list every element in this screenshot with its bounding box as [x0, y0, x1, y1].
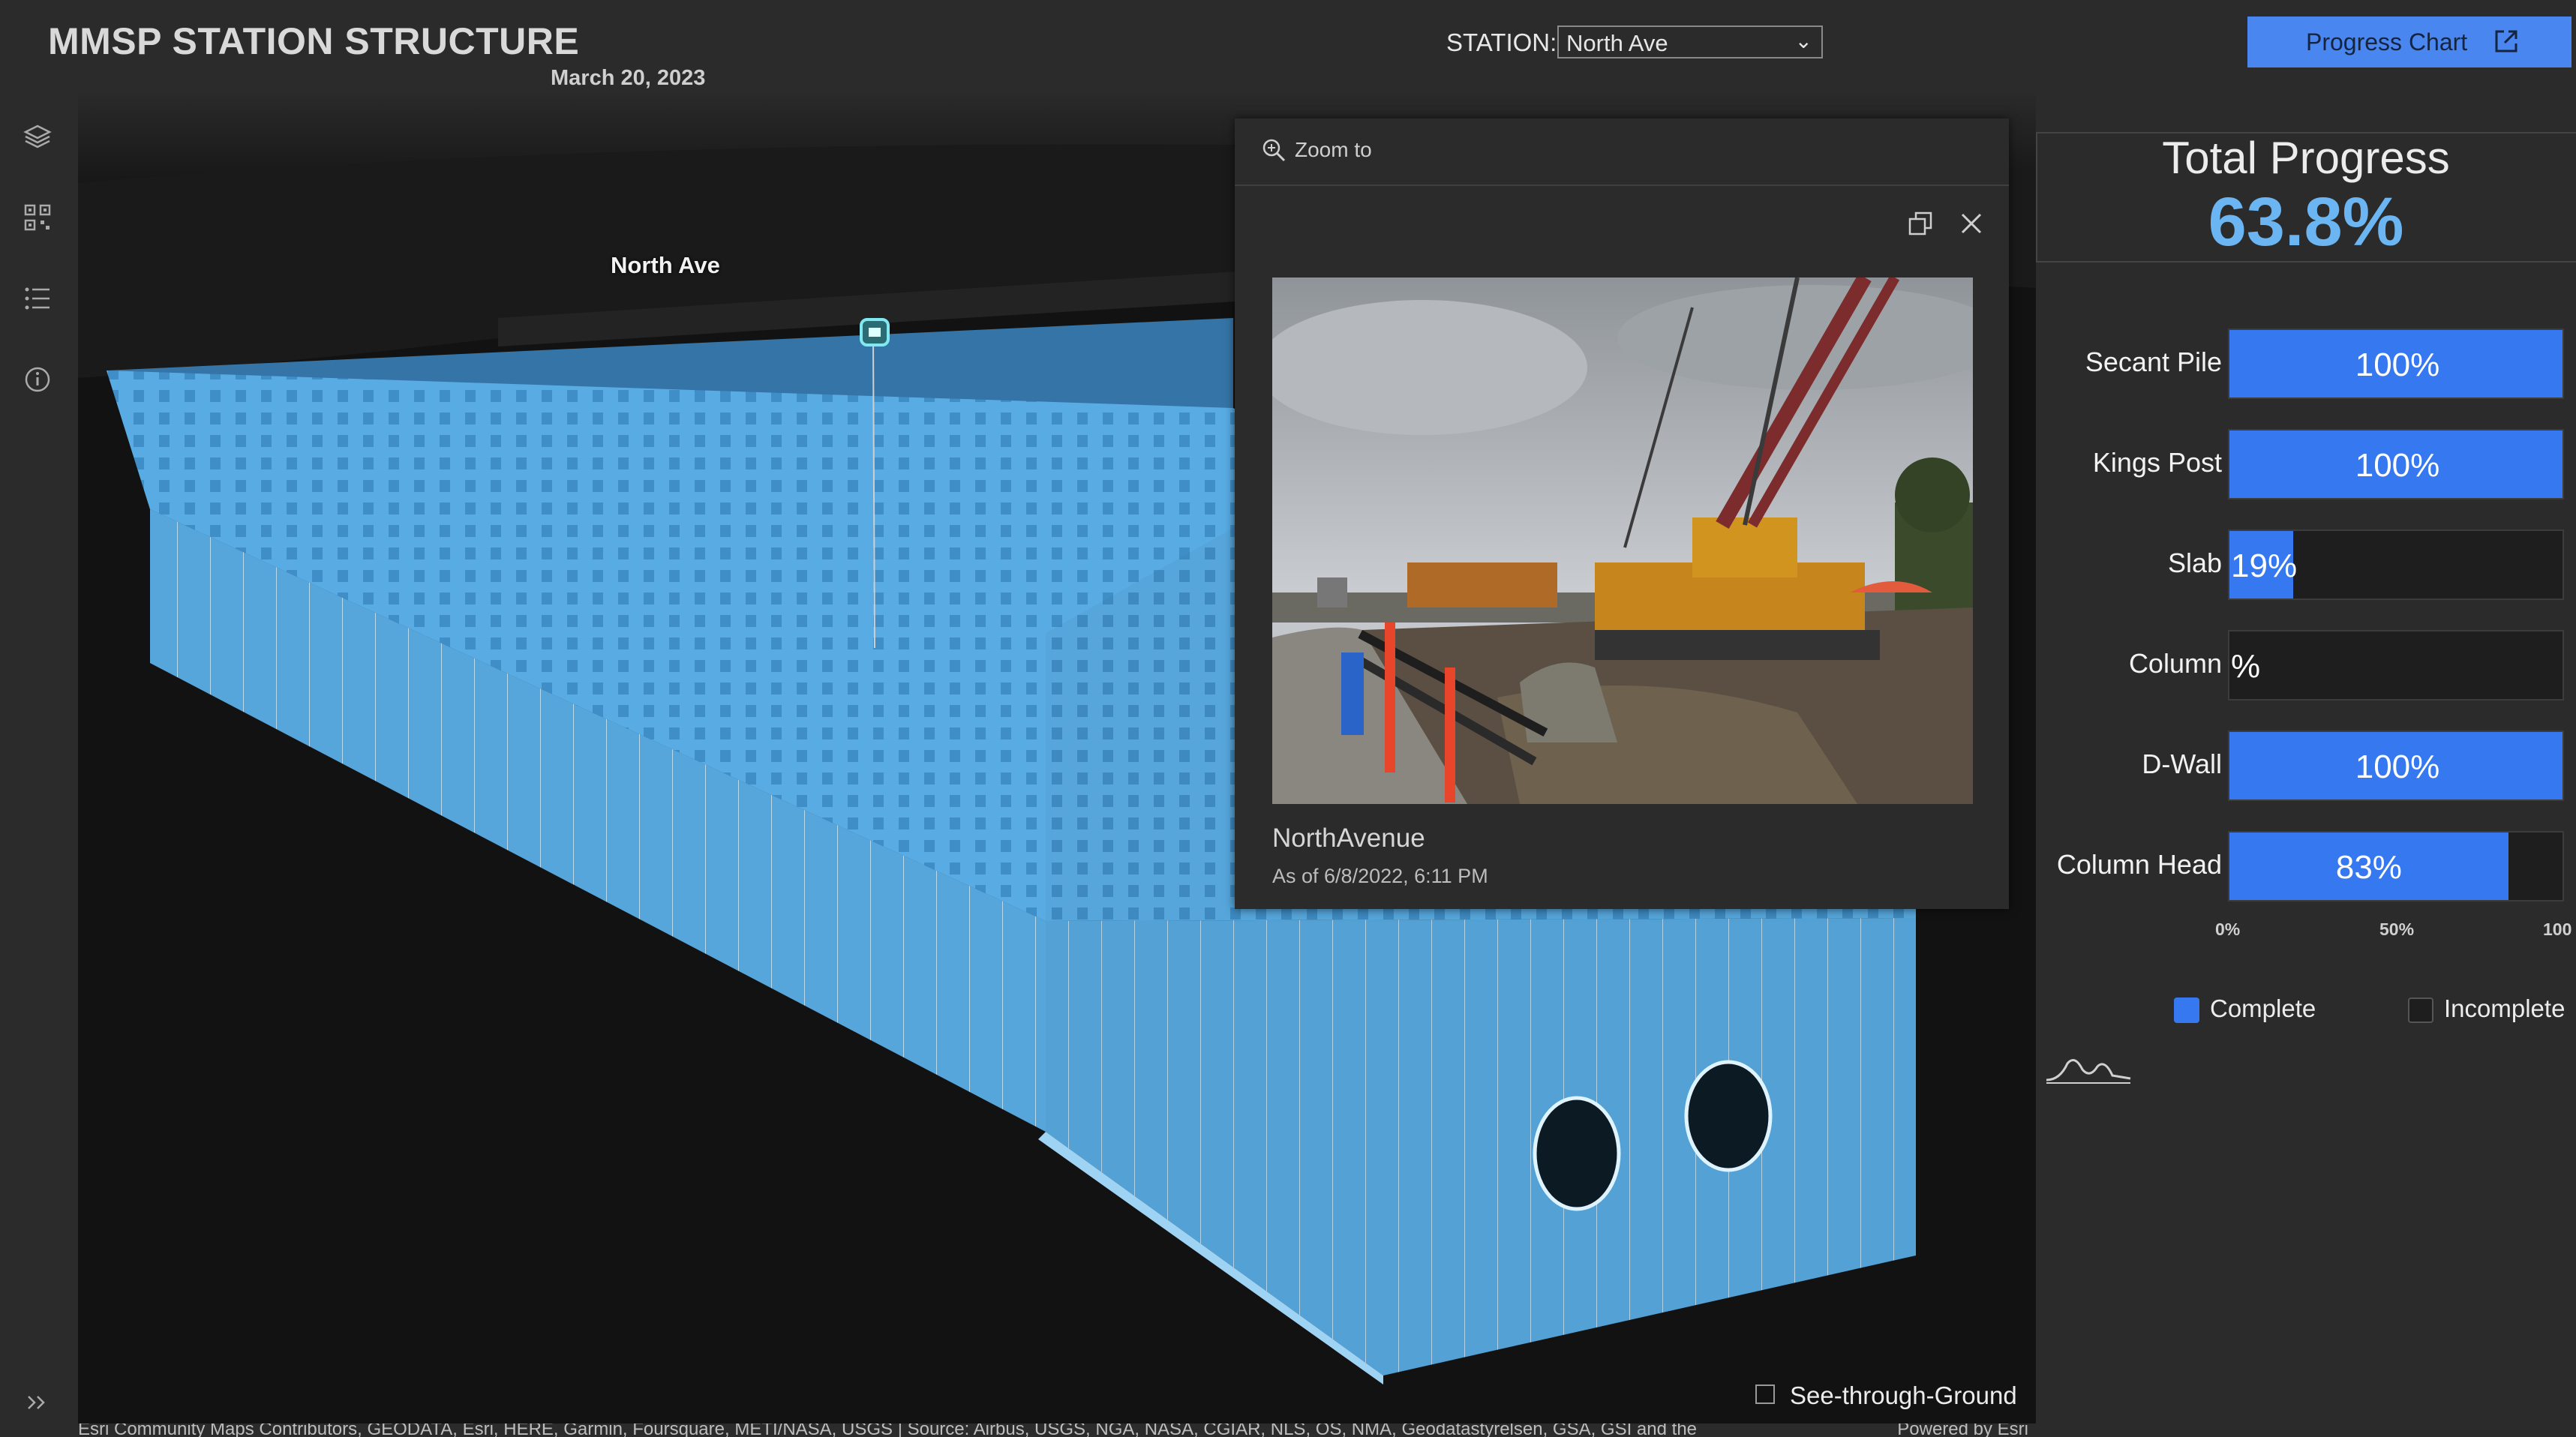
bar-track[interactable]: 100% [2228, 730, 2564, 801]
zoom-to-icon[interactable] [1260, 136, 1287, 164]
feature-popup: Zoom to NorthAvenue As of 6/8/2022, 6:11… [1235, 118, 2009, 909]
tunnel-opening-right [1684, 1060, 1773, 1172]
bar-track[interactable]: 83% [2228, 831, 2564, 902]
bar-value: 19% [2231, 548, 2298, 584]
list-icon[interactable] [21, 282, 54, 315]
bar-track[interactable]: 100% [2228, 429, 2564, 500]
bar-track[interactable]: % [2228, 630, 2564, 700]
app-header: MMSP STATION STRUCTURE March 20, 2023 ST… [0, 0, 2576, 93]
close-icon[interactable] [1956, 208, 1986, 238]
total-progress-label: Total Progress [2162, 133, 2450, 183]
bar-label: Slab [2167, 548, 2222, 578]
attribution-text: Esri Community Maps Contributors, GEODAT… [78, 1424, 1698, 1437]
bar-label: Column [2128, 648, 2222, 679]
station-label: STATION: [1446, 28, 1557, 56]
legend-complete-swatch[interactable] [2174, 998, 2199, 1023]
sparkline-icon[interactable] [2045, 1053, 2132, 1086]
expand-chevrons-icon[interactable] [21, 1386, 54, 1419]
bar-value: 100% [2355, 447, 2440, 484]
see-through-ground-label: See-through-Ground [1790, 1382, 2017, 1409]
bar-label: D-Wall [2142, 748, 2222, 779]
bar-label: Column Head [2056, 849, 2222, 880]
map-attribution: Esri Community Maps Contributors, GEODAT… [78, 1424, 2036, 1437]
zoom-to-row: Zoom to [1235, 118, 2009, 186]
bar-label: Secant Pile [2085, 346, 2222, 377]
layers-icon[interactable] [21, 120, 54, 153]
see-through-ground-checkbox[interactable] [1755, 1384, 1775, 1404]
bar-label: Kings Post [2092, 447, 2222, 478]
station-dropdown-value: North Ave [1566, 30, 1668, 56]
legend-complete-label: Complete [2210, 994, 2316, 1022]
bar-value: 100% [2355, 748, 2440, 785]
legend-incomplete-swatch[interactable] [2408, 998, 2433, 1023]
total-progress-value: 63.8% [2208, 184, 2404, 260]
station-dropdown[interactable]: North Ave ⌄ [1557, 26, 1823, 58]
bar-value: % [2231, 648, 2261, 685]
powered-by-text[interactable]: Powered by Esri [1897, 1424, 2028, 1437]
bar-value: 83% [2335, 849, 2402, 886]
dock-icon[interactable] [1905, 208, 1935, 238]
bar-track[interactable]: 19% [2228, 530, 2564, 600]
qr-grid-icon[interactable] [21, 201, 54, 234]
axis-tick-100: 100 [2543, 920, 2572, 939]
chevron-down-icon: ⌄ [1794, 29, 1812, 52]
axis-tick-50: 50% [2379, 920, 2415, 939]
place-label: North Ave [611, 252, 720, 278]
bar-track[interactable]: 100% [2228, 328, 2564, 399]
progress-chart-button-label: Progress Chart [2306, 28, 2468, 56]
app-date: March 20, 2023 [551, 66, 706, 90]
progress-chart-button[interactable]: Progress Chart [2247, 16, 2571, 68]
zoom-to-button[interactable]: Zoom to [1295, 138, 1372, 162]
axis-tick-0: 0% [2215, 920, 2241, 939]
external-link-icon [2495, 30, 2517, 52]
bar-value: 100% [2355, 346, 2440, 383]
legend-incomplete-label: Incomplete [2444, 994, 2565, 1022]
tunnel-opening-left [1533, 1096, 1621, 1211]
app-title: MMSP STATION STRUCTURE [48, 20, 580, 62]
